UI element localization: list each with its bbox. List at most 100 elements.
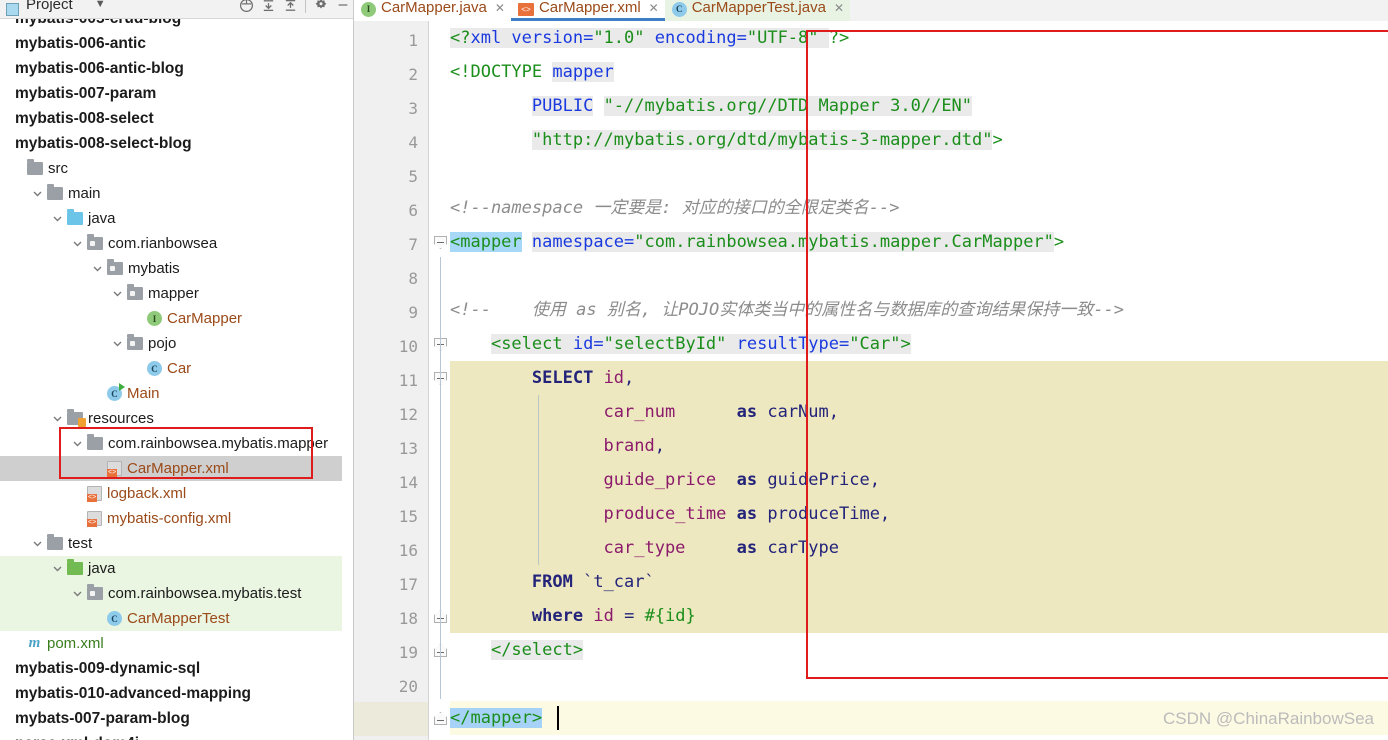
tree-row-com-rainbowsea-mybatis-test[interactable]: com.rainbowsea.mybatis.test <box>0 581 342 606</box>
tree-row-parse-xml-dom4j[interactable]: parse-xml-dom4j <box>0 731 342 740</box>
tree-row-mybatis-008-select-blog[interactable]: mybatis-008-select-blog <box>0 131 342 156</box>
tree-row-mybatis[interactable]: mybatis <box>0 256 342 281</box>
tree-item-label: mybats-007-param-blog <box>15 709 190 727</box>
chevron-down-icon[interactable]: ▼ <box>95 0 106 10</box>
gear-icon[interactable] <box>310 0 332 15</box>
tree-row-carmappertest[interactable]: C CarMapperTest <box>0 606 342 631</box>
hide-icon[interactable] <box>332 0 354 15</box>
tree-row-src[interactable]: src <box>0 156 342 181</box>
tree-row-main[interactable]: main <box>0 181 342 206</box>
tree-row-carmapper[interactable]: I CarMapper <box>0 306 342 331</box>
close-icon[interactable]: ✕ <box>649 1 659 15</box>
tree-item-label: com.rainbowsea.mybatis.mapper <box>108 435 329 452</box>
tree-row-mybatis-009-dynamic-sql[interactable]: mybatis-009-dynamic-sql <box>0 656 342 681</box>
project-select-opened-file-icon[interactable] <box>235 0 257 15</box>
xml-file-icon: <> <box>517 2 534 19</box>
tree-row-mybatis-007-param[interactable]: mybatis-007-param <box>0 81 342 106</box>
editor-tab-carmapper-xml[interactable]: <> CarMapper.xml ✕ <box>510 0 665 21</box>
chevron-down-icon[interactable] <box>70 586 85 601</box>
chevron-down-icon[interactable] <box>50 561 65 576</box>
editor-tab-carmapper-java[interactable]: I CarMapper.java ✕ <box>354 0 511 21</box>
tree-row-test[interactable]: test <box>0 531 342 556</box>
code-line: SELECT id, <box>450 361 1388 395</box>
interface-icon: I <box>147 311 162 326</box>
tree-row-car[interactable]: C Car <box>0 356 342 381</box>
tree-item-label: mybatis-008-select <box>15 109 154 127</box>
test-source-folder-icon <box>67 559 83 575</box>
editor-tab-carmappertest-java[interactable]: C CarMapperTest.java ✕ <box>664 0 851 21</box>
tree-row-mybatis-010-advanced-mapping[interactable]: mybatis-010-advanced-mapping <box>0 681 342 706</box>
project-tree[interactable]: mybatis-005-crud-blog mybatis-006-antic my… <box>0 19 342 740</box>
close-icon[interactable]: ✕ <box>834 1 844 15</box>
tree-row-mybatis-005-crud-blog[interactable]: mybatis-005-crud-blog <box>0 19 342 31</box>
tree-item-label: resources <box>88 410 154 427</box>
tree-item-label: java <box>88 210 116 227</box>
code-line: <mapper namespace="com.rainbowsea.mybati… <box>450 232 1065 252</box>
chevron-down-icon[interactable] <box>70 436 85 451</box>
project-tree-scrollbar[interactable] <box>342 19 694 740</box>
code-line: car_num as carNum, <box>450 395 1388 429</box>
editor-gutter[interactable]: 123456789101112131415161718192021 <box>354 21 428 740</box>
tree-row-carmapper-xml[interactable]: CarMapper.xml <box>0 456 342 481</box>
xml-file-icon <box>87 511 102 527</box>
code-line: <!DOCTYPE mapper <box>450 62 614 82</box>
close-icon[interactable]: ✕ <box>495 1 505 15</box>
tree-item-label: Car <box>167 360 192 377</box>
expand-all-icon[interactable] <box>279 0 301 15</box>
chevron-down-icon[interactable] <box>110 336 125 351</box>
chevron-down-icon[interactable] <box>110 286 125 301</box>
tree-row-com-rainbowsea-mybatis-mapper[interactable]: com.rainbowsea.mybatis.mapper <box>0 431 342 456</box>
code-fold-marker[interactable] <box>434 712 447 725</box>
project-window-icon <box>6 2 19 16</box>
source-folder-icon <box>67 209 83 225</box>
chevron-down-icon[interactable] <box>70 236 85 251</box>
line-number: 1 <box>408 31 418 50</box>
tree-row-pom-xml[interactable]: m pom.xml <box>0 631 342 656</box>
chevron-down-icon[interactable] <box>90 261 105 276</box>
editor-code-area[interactable]: <?xml version="1.0" encoding="UTF-8" ?> <… <box>450 21 1388 740</box>
tree-row-mybats-007-param-blog[interactable]: mybats-007-param-blog <box>0 706 342 731</box>
project-panel-title: Project <box>26 0 73 13</box>
line-number: 12 <box>398 405 418 424</box>
collapse-all-icon[interactable] <box>257 0 279 15</box>
tree-item-label: mybatis-010-advanced-mapping <box>15 684 252 702</box>
tree-row-resources[interactable]: resources <box>0 406 342 431</box>
code-line: guide_price as guidePrice, <box>450 463 1388 497</box>
package-icon <box>107 259 123 275</box>
line-number: 11 <box>398 371 418 390</box>
chevron-down-icon[interactable] <box>30 536 45 551</box>
watermark: CSDN @ChinaRainbowSea <box>1163 709 1374 728</box>
chevron-down-icon[interactable] <box>30 186 45 201</box>
chevron-down-icon[interactable] <box>50 411 65 426</box>
tree-row-mybatis-006-antic[interactable]: mybatis-006-antic <box>0 31 342 56</box>
tree-row-java[interactable]: java <box>0 206 342 231</box>
gutter-caret-row <box>354 702 428 736</box>
tree-row-com-rianbowsea[interactable]: com.rianbowsea <box>0 231 342 256</box>
tree-row-pojo[interactable]: pojo <box>0 331 342 356</box>
class-icon: C <box>107 611 122 626</box>
tree-row-mapper[interactable]: mapper <box>0 281 342 306</box>
tree-row-mybatis-006-antic-blog[interactable]: mybatis-006-antic-blog <box>0 56 342 81</box>
code-fold-marker[interactable] <box>434 236 447 249</box>
code-line: <!-- 使用 as 别名, 让POJO实体类当中的属性名与数据库的查询结果保持… <box>450 300 1124 320</box>
line-number: 10 <box>398 337 418 356</box>
ide-window: Project ▼ mybatis-005-crud-blogmybatis-0… <box>0 0 1388 740</box>
chevron-down-icon[interactable] <box>50 211 65 226</box>
editor-tab-label: CarMapperTest.java <box>691 0 826 16</box>
interface-icon: I <box>361 1 376 20</box>
editor-fold-gutter[interactable] <box>428 21 450 740</box>
tree-row-mybatis-config-xml[interactable]: mybatis-config.xml <box>0 506 342 531</box>
toolbar-divider <box>305 0 306 13</box>
tree-item-label: Main <box>127 385 160 402</box>
code-line: PUBLIC "-//mybatis.org//DTD Mapper 3.0//… <box>531 96 973 116</box>
tree-row-main[interactable]: C Main <box>0 381 342 406</box>
class-icon: C <box>147 361 162 376</box>
tree-row-java[interactable]: java <box>0 556 342 581</box>
tree-row-mybatis-008-select[interactable]: mybatis-008-select <box>0 106 342 131</box>
line-number: 17 <box>398 575 418 594</box>
tree-row-logback-xml[interactable]: logback.xml <box>0 481 342 506</box>
